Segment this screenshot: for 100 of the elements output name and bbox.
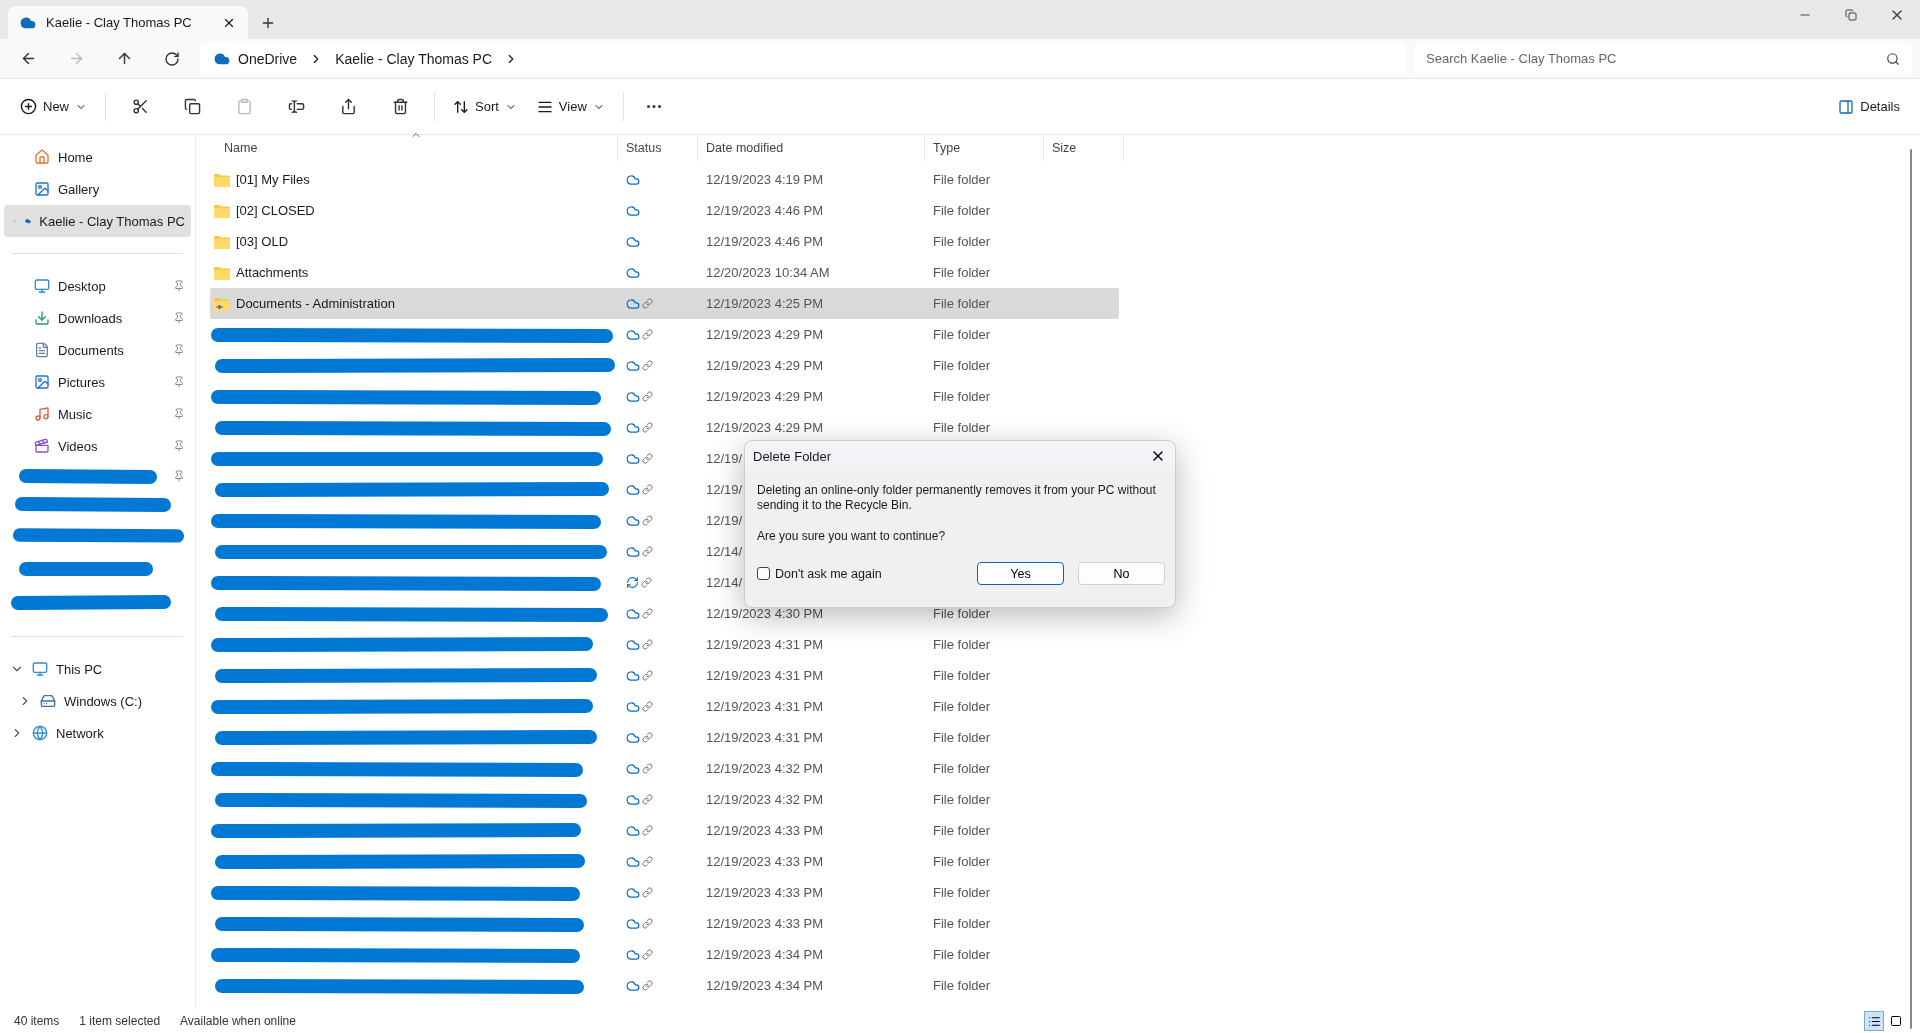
- file-name: [02] CLOSED: [236, 203, 315, 218]
- file-row[interactable]: 12/19/2023 4:29 PM File folder: [210, 350, 1119, 381]
- link-icon: [642, 732, 653, 743]
- pin-icon[interactable]: [173, 280, 185, 292]
- file-row[interactable]: Documents - Administration 12/19/2023 4:25 PM File folder: [210, 288, 1119, 319]
- link-icon: [642, 670, 653, 681]
- file-row[interactable]: 12/19/2023 4:32 PM File folder: [210, 784, 1119, 815]
- computer-icon: [32, 661, 48, 677]
- sidebar-item[interactable]: Documents: [4, 334, 191, 366]
- link-icon: [642, 949, 653, 960]
- column-header[interactable]: Date modified: [698, 135, 925, 161]
- column-header[interactable]: Name: [210, 135, 618, 161]
- file-type: File folder: [933, 358, 991, 373]
- file-row[interactable]: 12/19/2023 4:34 PM File folder: [210, 939, 1119, 970]
- pin-icon[interactable]: [173, 440, 185, 452]
- file-row[interactable]: [02] CLOSED 12/19/2023 4:46 PM File folder: [210, 195, 1119, 226]
- sidebar-item[interactable]: Pictures: [4, 366, 191, 398]
- square-icon: [1890, 1015, 1902, 1027]
- folder-icon: [214, 203, 230, 218]
- pin-icon[interactable]: [173, 344, 185, 356]
- file-row[interactable]: 12/19/2023 4:34 PM File folder: [210, 970, 1119, 1001]
- column-header[interactable]: Size: [1044, 135, 1124, 161]
- pin-icon[interactable]: [173, 376, 185, 388]
- search-icon[interactable]: [1886, 51, 1900, 66]
- file-type: File folder: [933, 978, 991, 993]
- sidebar-item[interactable]: Kaelie - Clay Thomas PC: [4, 205, 191, 237]
- sidebar-item[interactable]: Home: [4, 141, 191, 173]
- date-modified: 12/19/2023 4:25 PM: [706, 296, 824, 311]
- date-modified: 12/19/2023 4:46 PM: [706, 203, 824, 218]
- file-row[interactable]: [01] My Files 12/19/2023 4:19 PM File folder: [210, 164, 1119, 195]
- file-type: File folder: [933, 389, 991, 404]
- date-modified: 12/14/: [706, 544, 743, 559]
- file-row[interactable]: 12/19/2023 4:31 PM File folder: [210, 660, 1119, 691]
- sidebar-item[interactable]: Downloads: [4, 302, 191, 334]
- file-row[interactable]: 12/19/2023 4:30 PM File folder: [210, 598, 1119, 629]
- file-type: File folder: [933, 916, 991, 931]
- sidebar-item[interactable]: Gallery: [4, 173, 191, 205]
- home-icon: [34, 149, 50, 165]
- file-row[interactable]: 12/19/2023 4:33 PM File folder: [210, 877, 1119, 908]
- search-field[interactable]: Search Kaelie - Clay Thomas PC: [1414, 42, 1912, 75]
- column-header[interactable]: Status: [618, 135, 698, 161]
- scrollbar[interactable]: [1910, 149, 1912, 1029]
- sidebar-item[interactable]: This PC: [4, 653, 191, 685]
- pin-icon[interactable]: [173, 408, 185, 420]
- file-row[interactable]: Attachments 12/20/2023 10:34 AM File folder: [210, 257, 1119, 288]
- status-text: 40 items: [14, 1014, 60, 1028]
- date-modified: 12/19/2023 4:29 PM: [706, 389, 824, 404]
- file-row[interactable]: [03] OLD 12/19/2023 4:46 PM File folder: [210, 226, 1119, 257]
- date-modified: 12/14/: [706, 575, 743, 590]
- date-modified: 12/19/2023 4:46 PM: [706, 234, 824, 249]
- date-modified: 12/19/2023 4:29 PM: [706, 327, 824, 342]
- file-row[interactable]: 12/19/2023 4:29 PM File folder: [210, 381, 1119, 412]
- link-icon: [642, 515, 653, 526]
- yes-button[interactable]: Yes: [977, 562, 1064, 585]
- date-modified: 12/19/: [706, 451, 743, 466]
- details-button[interactable]: Details: [1830, 89, 1908, 124]
- file-row[interactable]: 12/19/2023 4:31 PM File folder: [210, 722, 1119, 753]
- address-bar[interactable]: OneDrive Kaelie - Clay Thomas PC: [200, 42, 1406, 75]
- file-row[interactable]: 12/19/2023 4:33 PM File folder: [210, 815, 1119, 846]
- dialog-question: Are you sure you want to continue?: [757, 529, 947, 544]
- sidebar-item[interactable]: Music: [4, 398, 191, 430]
- new-button[interactable]: New: [12, 89, 95, 124]
- download-icon: [34, 310, 50, 326]
- file-name: [03] OLD: [236, 234, 289, 249]
- file-type: File folder: [933, 265, 991, 280]
- breadcrumb[interactable]: Kaelie - Clay Thomas PC: [331, 48, 497, 69]
- pin-icon[interactable]: [173, 470, 185, 482]
- link-icon: [642, 391, 653, 402]
- drive-icon: [40, 693, 56, 709]
- trash-icon: [391, 98, 409, 115]
- file-row[interactable]: 12/19/2023 4:29 PM File folder: [210, 412, 1119, 443]
- file-row[interactable]: 12/19/2023 4:32 PM File folder: [210, 753, 1119, 784]
- view-button[interactable]: View: [528, 89, 613, 124]
- browser-tab[interactable]: Kaelie - Clay Thomas PC: [8, 6, 248, 39]
- file-row[interactable]: 12/19/2023 4:33 PM File folder: [210, 908, 1119, 939]
- sidebar-item[interactable]: Desktop: [4, 270, 191, 302]
- status-text: Available when online: [180, 1014, 296, 1028]
- date-modified: 12/19/2023 4:31 PM: [706, 637, 824, 652]
- date-modified: 12/19/2023 4:32 PM: [706, 761, 824, 776]
- sidebar-item[interactable]: Windows (C:): [4, 685, 191, 717]
- sidebar-item[interactable]: Videos: [4, 430, 191, 462]
- no-button[interactable]: No: [1078, 562, 1165, 585]
- pin-icon[interactable]: [173, 312, 185, 324]
- breadcrumb[interactable]: OneDrive: [210, 48, 302, 69]
- file-row[interactable]: 12/19/2023 4:31 PM File folder: [210, 629, 1119, 660]
- file-row[interactable]: 12/19/2023 4:31 PM File folder: [210, 691, 1119, 722]
- file-name: Documents - Administration: [236, 296, 395, 311]
- sidebar-item[interactable]: Network: [4, 717, 191, 749]
- details-view-button[interactable]: [1864, 1011, 1884, 1031]
- file-row[interactable]: 12/19/2023 4:29 PM File folder: [210, 319, 1119, 350]
- file-type: File folder: [933, 854, 991, 869]
- date-modified: 12/19/2023 4:32 PM: [706, 792, 824, 807]
- sort-button[interactable]: Sort: [445, 89, 525, 124]
- file-type: File folder: [933, 172, 991, 187]
- dont-ask-checkbox[interactable]: Don't ask me again: [757, 566, 963, 581]
- file-type: File folder: [933, 699, 991, 714]
- column-header[interactable]: Type: [925, 135, 1044, 161]
- folder-icon: [214, 265, 230, 280]
- date-modified: 12/19/2023 4:33 PM: [706, 885, 824, 900]
- file-row[interactable]: 12/19/2023 4:33 PM File folder: [210, 846, 1119, 877]
